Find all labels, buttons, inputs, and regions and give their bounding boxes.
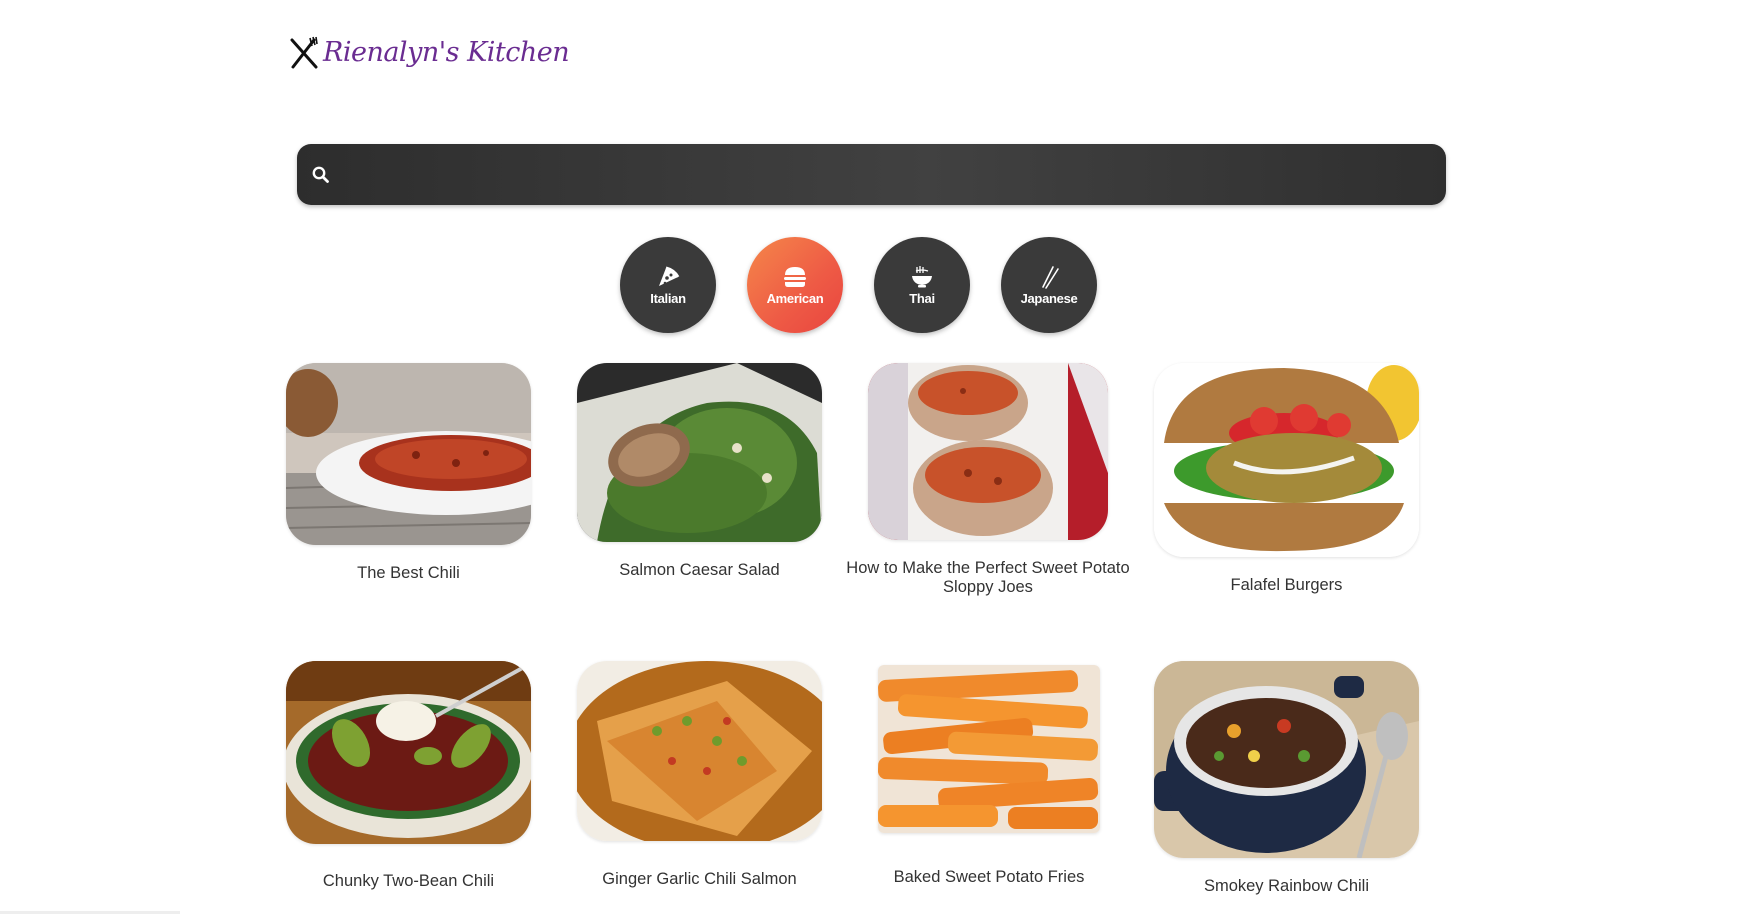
recipe-card[interactable]: The Best Chili	[286, 363, 531, 603]
burger-icon	[784, 267, 806, 287]
recipe-image-baked-sweet-potato-fries[interactable]	[878, 665, 1100, 833]
recipe-card[interactable]: Smokey Rainbow Chili	[1154, 661, 1419, 901]
recipe-image-the-best-chili[interactable]	[286, 363, 531, 545]
recipe-card[interactable]: Chunky Two-Bean Chili	[286, 661, 531, 901]
recipe-card[interactable]: Salmon Caesar Salad	[577, 363, 822, 603]
recipe-image-falafel-burgers[interactable]	[1154, 363, 1419, 557]
recipe-image-chunky-two-bean-chili[interactable]	[286, 661, 531, 844]
search-icon[interactable]	[311, 165, 331, 185]
page: Rienalyn's Kitchen Italian American Thai…	[0, 0, 1758, 914]
recipe-image-smokey-rainbow-chili[interactable]	[1154, 661, 1419, 858]
brand-name: Rienalyn's Kitchen	[323, 36, 570, 68]
noodle-bowl-icon	[912, 266, 932, 288]
category-label: Japanese	[1020, 291, 1078, 306]
brand-logo[interactable]: Rienalyn's Kitchen	[289, 34, 570, 70]
recipe-title[interactable]: Baked Sweet Potato Fries	[848, 868, 1130, 887]
recipe-image-ginger-garlic-chili-salmon[interactable]	[577, 661, 822, 841]
recipe-title[interactable]: Ginger Garlic Chili Salmon	[547, 870, 852, 889]
recipe-title[interactable]: How to Make the Perfect Sweet Potato Slo…	[838, 559, 1138, 597]
recipe-title[interactable]: Chunky Two-Bean Chili	[256, 872, 561, 891]
category-american-button[interactable]: American	[747, 237, 843, 333]
recipe-title[interactable]: Falafel Burgers	[1124, 576, 1449, 595]
recipe-card[interactable]: Falafel Burgers	[1154, 363, 1419, 603]
recipe-title[interactable]: Salmon Caesar Salad	[547, 561, 852, 580]
category-label: Thai	[909, 291, 935, 306]
recipe-image-salmon-caesar-salad[interactable]	[577, 363, 822, 542]
search-bar[interactable]	[297, 144, 1446, 207]
category-label: Italian	[650, 291, 686, 306]
search-input[interactable]	[345, 144, 1430, 207]
recipe-card[interactable]: Ginger Garlic Chili Salmon	[577, 661, 822, 901]
pizza-icon	[659, 266, 680, 286]
category-label: American	[766, 291, 824, 306]
recipe-card[interactable]: How to Make the Perfect Sweet Potato Slo…	[846, 363, 1130, 603]
category-thai-button[interactable]: Thai	[874, 237, 970, 333]
recipe-card[interactable]: Baked Sweet Potato Fries	[878, 665, 1100, 901]
recipe-title[interactable]: Smokey Rainbow Chili	[1124, 877, 1449, 896]
category-japanese-button[interactable]: Japanese	[1001, 237, 1097, 333]
chopsticks-icon	[1042, 266, 1059, 289]
recipe-title[interactable]: The Best Chili	[256, 564, 561, 583]
recipe-image-sweet-potato-sloppy-joes[interactable]	[868, 363, 1108, 540]
fork-knife-icon	[290, 36, 318, 69]
category-italian-button[interactable]: Italian	[620, 237, 716, 333]
